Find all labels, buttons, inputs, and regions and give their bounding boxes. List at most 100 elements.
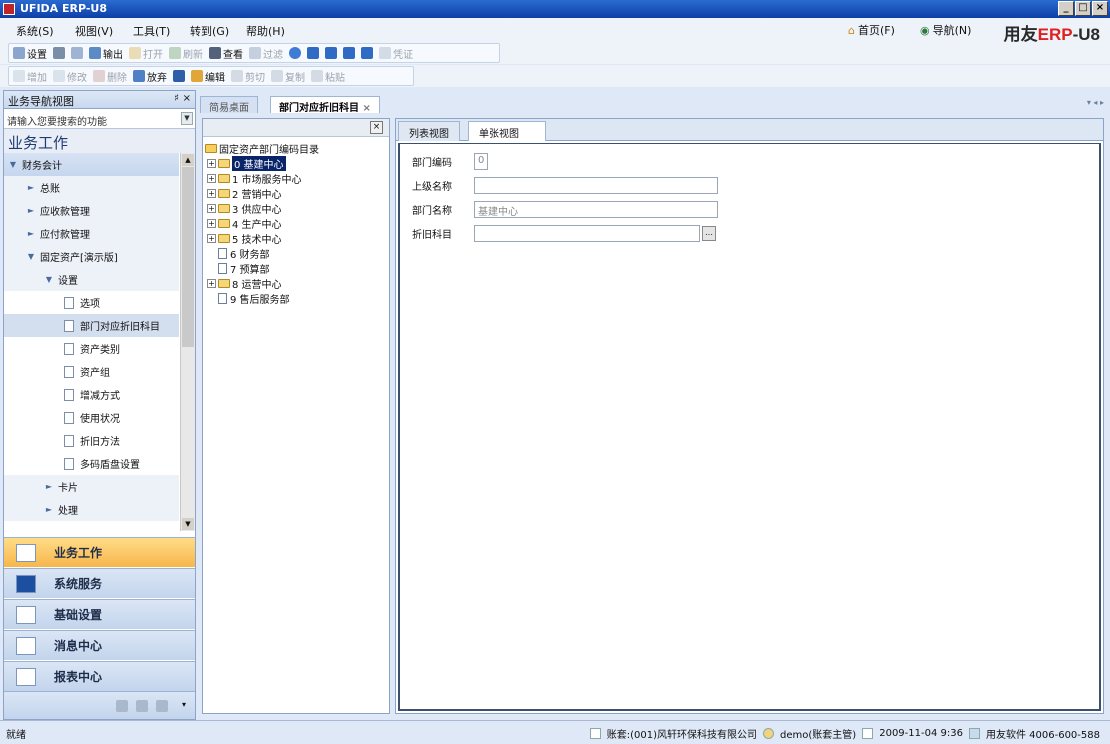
pin-icon[interactable]: ♯ [174,93,179,104]
depreciation-account-field[interactable] [474,224,700,242]
lookup-icon[interactable]: … [702,225,716,241]
close-tab-icon[interactable]: × [362,103,370,114]
tree-item-fixed-assets[interactable]: ▼ 固定资产[演示版] [4,245,179,268]
tree-item-options[interactable]: 选项 [4,291,179,314]
dept-node-1[interactable]: +1 市场服务中心 [207,171,302,186]
preview-button[interactable] [71,47,83,59]
menu-help[interactable]: 帮助(H) [246,23,285,39]
tree-item-cards[interactable]: ► 卡片 [4,475,179,498]
dept-node-3[interactable]: +3 供应中心 [207,201,282,216]
dept-node-8[interactable]: +8 运营中心 [207,276,282,291]
save-button[interactable] [173,70,185,82]
tab-desktop[interactable]: 简易桌面 [200,96,258,114]
tree-item-change-method[interactable]: 增减方式 [4,383,179,406]
dept-tree-root[interactable]: 固定资产部门编码目录 [205,141,319,156]
nav-business-work[interactable]: 业务工作 [4,537,195,567]
dept-node-9[interactable]: 9 售后服务部 [207,291,290,306]
account-icon [589,728,601,739]
dept-node-4[interactable]: +4 生产中心 [207,216,282,231]
add-icon [13,70,25,82]
tree-item-processing[interactable]: ► 处理 [4,498,179,521]
tree-item-barcode-settings[interactable]: 多码盾盘设置 [4,452,179,475]
tree-item-dept-depreciation[interactable]: 部门对应折旧科目 [4,314,179,337]
menu-tools[interactable]: 工具(T) [133,23,170,39]
settings-button[interactable]: 设置 [13,46,47,61]
status-account: 账套:(001)风轩环保科技有限公司 [606,730,758,741]
minimize-button[interactable]: _ [1058,1,1074,16]
dept-node-0[interactable]: +0 基建中心 [207,155,286,171]
tree-item-asset-category[interactable]: 资产类别 [4,337,179,360]
tab-dept-depreciation[interactable]: 部门对应折旧科目 × [270,96,380,114]
filter-button[interactable]: 过滤 [249,46,283,61]
detail-view-tabs: 列表视图 单张视图 [396,119,1103,141]
nav-basic-settings[interactable]: 基础设置 [4,599,195,629]
dept-node-6[interactable]: 6 财务部 [207,246,270,261]
menu-goto[interactable]: 转到(G) [190,23,229,39]
first-record-button[interactable] [307,47,319,59]
close-tree-icon[interactable]: × [370,121,383,134]
close-button[interactable]: × [1092,1,1108,16]
view-button[interactable]: 查看 [209,46,243,61]
refresh-button[interactable]: 刷新 [169,46,203,61]
edit-shortcut-icon[interactable] [116,700,128,712]
tree-item-asset-group[interactable]: 资产组 [4,360,179,383]
tree-item-finance[interactable]: ▼ 财务会计 [4,153,179,176]
undo-icon [133,70,145,82]
tab-single-view[interactable]: 单张视图 [468,121,546,141]
tree-item-depreciation-method[interactable]: 折旧方法 [4,429,179,452]
tools-shortcut-icon[interactable] [156,700,168,712]
function-search-input[interactable]: 请输入您要搜索的功能 ▼ [4,109,195,129]
tree-item-ap[interactable]: ► 应付款管理 [4,222,179,245]
open-button[interactable]: 打开 [129,46,163,61]
dept-code-field[interactable]: 0 [474,152,488,170]
tree-item-gl[interactable]: ► 总账 [4,176,179,199]
parent-name-field[interactable] [474,176,718,194]
copy-icon [271,70,283,82]
export-button[interactable]: 输出 [89,46,123,61]
home-link[interactable]: ⌂ 首页(F) [848,22,895,38]
dept-node-5[interactable]: +5 技术中心 [207,231,282,246]
help-button[interactable] [289,47,301,59]
maximize-button[interactable]: □ [1075,1,1091,16]
tab-list-view[interactable]: 列表视图 [398,121,460,141]
paste-button[interactable]: 粘贴 [311,69,345,84]
edit-button[interactable]: 编辑 [191,69,225,84]
discard-button[interactable]: 放弃 [133,69,167,84]
menu-view[interactable]: 视图(V) [75,23,113,39]
single-view-form: 部门编码 0 上级名称 部门名称 基建中心 折旧科目 … [398,143,1101,711]
nav-report-center[interactable]: 报表中心 [4,661,195,691]
home-icon: ⌂ [848,23,855,37]
phone-icon [968,728,980,739]
tree-item-ar[interactable]: ► 应收款管理 [4,199,179,222]
voucher-button[interactable]: 凭证 [379,46,413,61]
next-record-button[interactable] [343,47,355,59]
print-button[interactable] [53,47,65,59]
cut-button[interactable]: 剪切 [231,69,265,84]
tree-item-settings[interactable]: ▼ 设置 [4,268,179,291]
prev-record-button[interactable] [325,47,337,59]
close-panel-icon[interactable]: × [183,93,191,104]
nav-link[interactable]: ◉ 导航(N) [920,22,971,38]
menu-system[interactable]: 系统(S) [16,23,54,39]
tree-item-usage-status[interactable]: 使用状况 [4,406,179,429]
nav-system-service[interactable]: 系统服务 [4,568,195,598]
modify-button[interactable]: 修改 [53,69,87,84]
nav-message-center[interactable]: 消息中心 [4,630,195,660]
last-record-button[interactable] [361,47,373,59]
add-button[interactable]: 增加 [13,69,47,84]
document-icon [64,319,74,332]
document-icon [64,365,74,378]
chevron-down-icon[interactable]: ▾ [182,700,186,709]
window-title: UFIDA ERP-U8 [20,2,108,15]
delete-button[interactable]: 删除 [93,69,127,84]
dept-name-field[interactable]: 基建中心 [474,200,718,218]
list-shortcut-icon[interactable] [136,700,148,712]
folder-icon [129,47,141,59]
tab-navigation[interactable]: ▾ ◂ ▸ [1087,98,1104,107]
dept-node-2[interactable]: +2 营销中心 [207,186,282,201]
dept-node-7[interactable]: 7 预算部 [207,261,270,276]
chevron-down-icon[interactable]: ▼ [181,112,193,125]
depreciation-account-label: 折旧科目 [412,229,452,241]
copy-button[interactable]: 复制 [271,69,305,84]
nav-scrollbar[interactable]: ▲ ▼ [180,153,195,531]
